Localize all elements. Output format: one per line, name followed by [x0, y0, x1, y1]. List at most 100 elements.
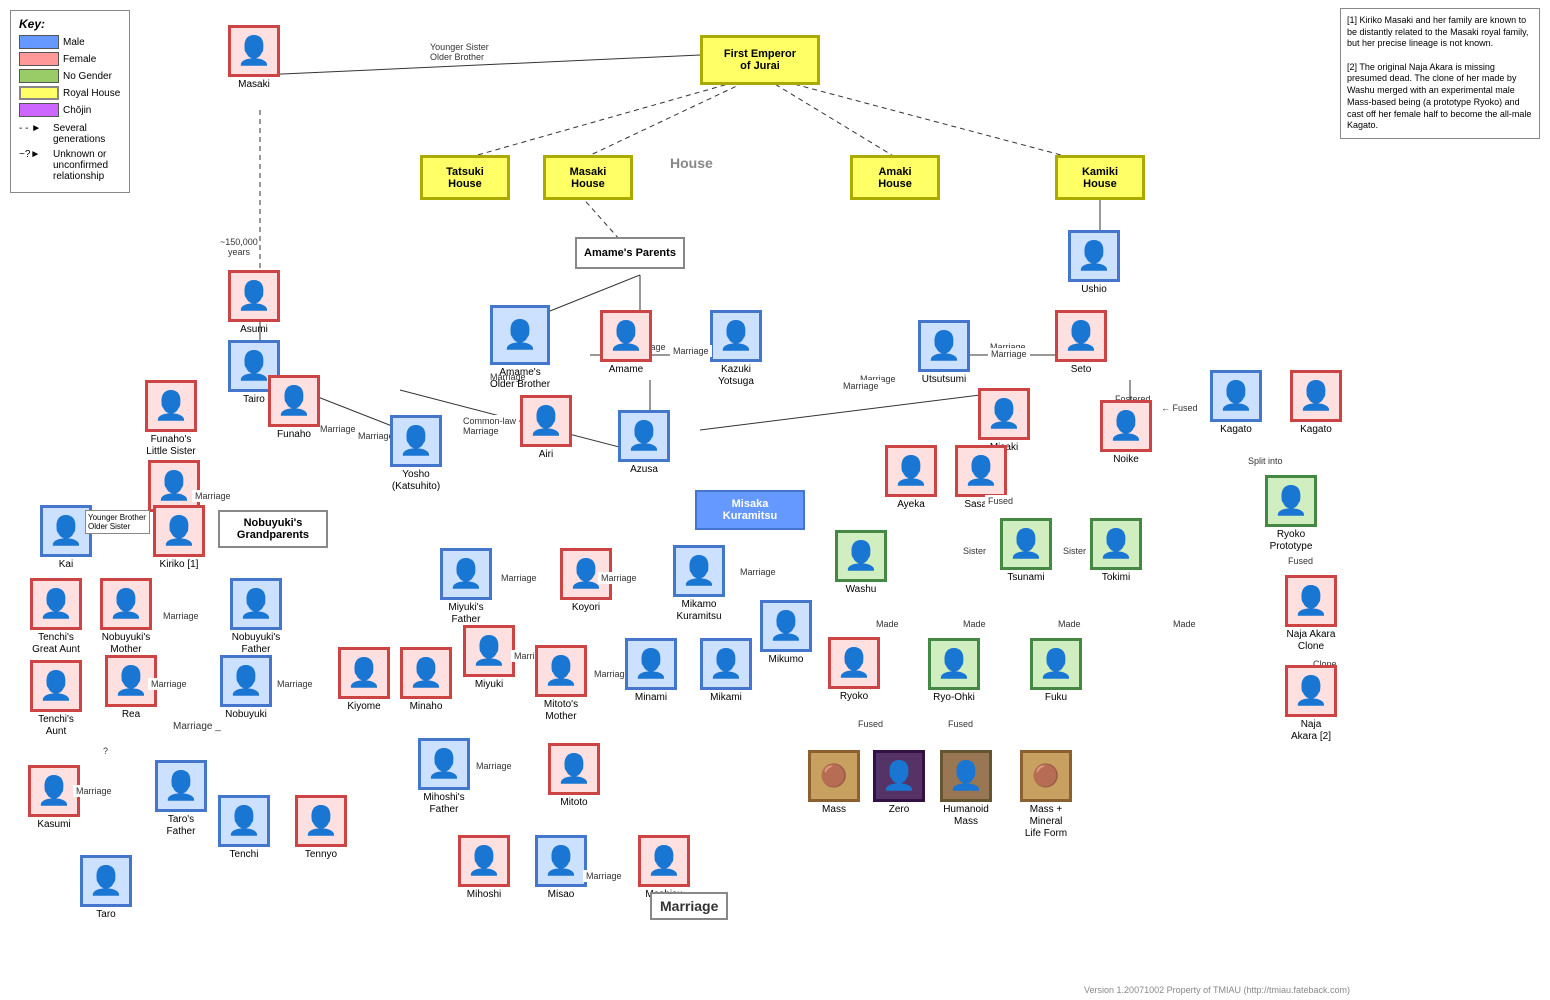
fused-label-ryoko: Fused	[855, 718, 886, 730]
koyori-label: Koyori	[572, 602, 600, 614]
female-label: Female	[63, 54, 96, 65]
kiriko-portrait: 👤	[153, 505, 205, 557]
masaki-label: Masaki	[238, 79, 270, 91]
masaki-node: 👤 Masaki	[228, 25, 280, 91]
airi-label: Airi	[539, 449, 553, 461]
funaho-label: Funaho	[277, 429, 311, 441]
taro-node: 👤 Taro	[80, 855, 132, 921]
legend-male: Male	[19, 35, 121, 49]
miyuki-node: 👤 Miyuki	[463, 625, 515, 691]
fused-label-sasami: Fused	[985, 495, 1016, 507]
version-text: Version 1.20071002 Property of TMIAU (ht…	[1084, 985, 1350, 995]
legend-chojin: Chōjin	[19, 103, 121, 117]
humanoid-mass-label: HumanoidMass	[943, 804, 989, 828]
legend-box: Key: Male Female No Gender Royal House C…	[10, 10, 130, 193]
legend-nogender: No Gender	[19, 69, 121, 83]
azusa-node: 👤 Azusa	[618, 410, 670, 476]
female-color	[19, 52, 59, 66]
amames-older-brother-node: 👤 Amame'sOlder Brother	[490, 305, 550, 391]
fused-label-ryoko-prototype: Fused	[1285, 555, 1316, 567]
amame-node: 👤 Amame	[600, 310, 652, 376]
split-into-label: Split into	[1245, 455, 1286, 467]
notes-text: [1] Kiriko Masaki and her family are kno…	[1347, 15, 1533, 132]
funahos-little-sister-portrait: 👤	[145, 380, 197, 432]
mikami-node: 👤 Mikami	[700, 638, 752, 704]
mikumo-node: 👤 Mikumo	[760, 600, 812, 666]
nogender-color	[19, 69, 59, 83]
amames-parents-box: Amame's Parents	[575, 237, 685, 269]
several-gen-label: Several generations	[53, 123, 121, 145]
miyukis-father-node: 👤 Miyuki'sFather	[440, 548, 492, 626]
mikami-portrait: 👤	[700, 638, 752, 690]
marriage-big-label: Marriage	[650, 892, 728, 920]
azusa-portrait: 👤	[618, 410, 670, 462]
nobuyukis-mother-node: 👤 Nobuyuki'sMother	[100, 578, 152, 656]
tsunami-portrait: 👤	[1000, 518, 1052, 570]
kazuki-portrait: 👤	[710, 310, 762, 362]
mitoto-portrait: 👤	[548, 743, 600, 795]
marriage-label-nobuyukis: Marriage	[160, 610, 202, 622]
kamiki-house-label: KamikiHouse	[1082, 166, 1118, 190]
ayeka-portrait: 👤	[885, 445, 937, 497]
ryo-ohki-node: 👤 Ryo-Ohki	[928, 638, 980, 704]
legend-title: Key:	[19, 17, 121, 31]
misao-label: Misao	[548, 889, 575, 901]
mass-mineral-label: Mass +MineralLife Form	[1025, 804, 1067, 840]
azusa-label: Azusa	[630, 464, 658, 476]
funaho-node: 👤 Funaho	[268, 375, 320, 441]
commonlaw-marriage-label: Common-lawMarriage	[460, 415, 519, 437]
kagato-female-node: 👤 Kagato	[1290, 370, 1342, 436]
nobuyukis-father-portrait: 👤	[230, 578, 282, 630]
miyuki-label: Miyuki	[475, 679, 503, 691]
noike-portrait: 👤	[1100, 400, 1152, 452]
tenchis-aunt-node: 👤 Tenchi'sAunt	[30, 660, 82, 738]
tatsuki-house-box: TatsukiHouse	[420, 155, 510, 200]
tenchi-node: 👤 Tenchi	[218, 795, 270, 861]
kai-label: Kai	[59, 559, 73, 571]
mihoshi-node: 👤 Mihoshi	[458, 835, 510, 901]
mikamo-label: MikamoKuramitsu	[676, 599, 721, 623]
tokimi-portrait: 👤	[1090, 518, 1142, 570]
asumi-portrait: 👤	[228, 270, 280, 322]
naja-akara-portrait: 👤	[1285, 665, 1337, 717]
made-label-3: Made	[1055, 618, 1084, 630]
washu-portrait: 👤	[835, 530, 887, 582]
nobuyukis-father-node: 👤 Nobuyuki'sFather	[230, 578, 282, 656]
nobuyukis-grandparents-box: Nobuyuki'sGrandparents	[218, 510, 328, 548]
kagato-male-node: 👤 Kagato	[1210, 370, 1262, 436]
tokimi-label: Tokimi	[1102, 572, 1130, 584]
fuku-node: 👤 Fuku	[1030, 638, 1082, 704]
marriage-label-miyukis-father: Marriage	[498, 572, 540, 584]
kiyome-label: Kiyome	[347, 701, 380, 713]
noike-label: Noike	[1113, 454, 1139, 466]
tenchi-label: Tenchi	[230, 849, 259, 861]
mashisu-portrait: 👤	[638, 835, 690, 887]
fused-label-ryo-ohki: Fused	[945, 718, 976, 730]
legend-arrows: - - ► Several generations ~?► Unknown or…	[19, 123, 121, 182]
kiriko-node: 👤 Kiriko [1]	[153, 505, 205, 571]
fuku-portrait: 👤	[1030, 638, 1082, 690]
zero-portrait: 👤	[873, 750, 925, 802]
notes-box: [1] Kiriko Masaki and her family are kno…	[1340, 8, 1540, 139]
tenchis-great-aunt-label: Tenchi'sGreat Aunt	[32, 632, 80, 656]
yosho-node: 👤 Yosho(Katsuhito)	[390, 415, 442, 493]
ryoko-label: Ryoko	[840, 691, 868, 703]
masaki-house-label: MasakiHouse	[570, 166, 607, 190]
minaho-label: Minaho	[410, 701, 443, 713]
kiyome-portrait: 👤	[338, 647, 390, 699]
seto-label: Seto	[1071, 364, 1092, 376]
svg-text:~150,000: ~150,000	[220, 237, 258, 247]
marriage-underscore-label: Marriage _	[170, 720, 224, 733]
ayeka-node: 👤 Ayeka	[885, 445, 937, 511]
kagato-male-label: Kagato	[1220, 424, 1252, 436]
mitoto-node: 👤 Mitoto	[548, 743, 600, 809]
mihoshis-father-node: 👤 Mihoshi'sFather	[418, 738, 470, 816]
marriage-label-kasumi: Marriage	[192, 490, 234, 502]
mikumo-portrait: 👤	[760, 600, 812, 652]
mihoshis-father-portrait: 👤	[418, 738, 470, 790]
ayeka-label: Ayeka	[897, 499, 925, 511]
marriage-label-kazuki-amame: Marriage	[670, 345, 712, 357]
made-label-1: Made	[873, 618, 902, 630]
tenchis-great-aunt-portrait: 👤	[30, 578, 82, 630]
sibling-label-kai-kiriko: Younger BrotherOlder Sister	[85, 510, 150, 534]
